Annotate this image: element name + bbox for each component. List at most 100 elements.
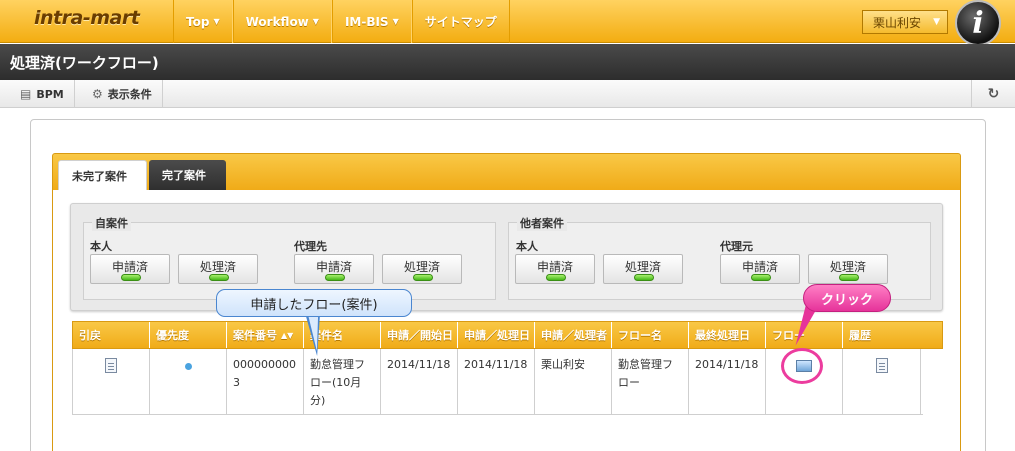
button-label: 処理済 (829, 260, 866, 274)
nav-workflow-label: Workflow (245, 14, 309, 29)
click-highlight-ring (781, 348, 823, 384)
bpm-label: BPM (36, 87, 64, 101)
cell-pullback (72, 349, 149, 415)
history-icon[interactable] (875, 358, 888, 373)
main-nav: Top ▼ Workflow ▼ IM-BIS ▼ サイトマップ (173, 0, 510, 43)
col-flow-name[interactable]: フロー名 (612, 322, 689, 348)
cell-case-name: 勤怠管理フロー(10月分) (303, 349, 380, 415)
sort-icon: ▲▼ (281, 330, 294, 340)
bpm-icon: ▤ (20, 87, 32, 101)
others-cases-legend: 他者案件 (517, 215, 567, 231)
cell-processor: 栗山利安 (534, 349, 611, 415)
col-label: 案件番号 (233, 329, 277, 342)
status-led-icon (751, 274, 771, 281)
button-label: 申請済 (536, 260, 573, 274)
refresh-icon: ↻ (987, 86, 1000, 102)
others-proxy-applied-button[interactable]: 申請済 (720, 254, 800, 284)
gear-icon: ⚙ (92, 87, 103, 101)
caret-down-icon: ▼ (213, 17, 220, 26)
bpm-button[interactable]: ▤ BPM (10, 80, 75, 108)
nav-top-label: Top (186, 14, 210, 29)
col-priority[interactable]: 優先度 (150, 322, 227, 348)
caret-down-icon: ▼ (933, 17, 940, 27)
col-label: 履歴 (849, 329, 871, 342)
others-proxy-source-label: 代理元 (720, 240, 753, 253)
col-label: 申請／開始日 (387, 329, 453, 342)
own-proxy-label: 代理先 (294, 240, 327, 253)
own-proxy-processed-button[interactable]: 処理済 (382, 254, 462, 284)
intra-mart-logo[interactable]: intra-mart (34, 7, 140, 29)
tab-complete-label: 完了案件 (162, 169, 206, 182)
nav-sitemap-label: サイトマップ (424, 15, 497, 29)
applied-flow-callout: 申請したフロー(案件) (216, 289, 412, 317)
nav-sitemap[interactable]: サイトマップ (411, 0, 510, 43)
button-label: 処理済 (624, 260, 661, 274)
tab-complete-cases[interactable]: 完了案件 (149, 160, 226, 190)
status-led-icon (839, 274, 859, 281)
button-label: 処理済 (199, 260, 236, 274)
refresh-button[interactable]: ↻ (971, 80, 1015, 108)
col-processor[interactable]: 申請／処理者 (535, 322, 612, 348)
priority-dot-icon (184, 363, 192, 370)
status-led-icon (121, 274, 141, 281)
page-title: 処理済(ワークフロー) (0, 44, 1015, 80)
pullback-icon[interactable] (105, 358, 117, 373)
tab-incomplete-label: 未完了案件 (72, 169, 127, 183)
callout-text: クリック (820, 292, 873, 308)
cell-start-date: 2014/11/18 (380, 349, 457, 415)
cell-case-number: 0000000003 (226, 349, 303, 415)
col-last-date[interactable]: 最終処理日 (689, 322, 766, 348)
others-self-applied-button[interactable]: 申請済 (515, 254, 595, 284)
user-avatar[interactable]: i (955, 0, 1001, 46)
nav-workflow[interactable]: Workflow ▼ (232, 0, 332, 43)
nav-im-bis-label: IM-BIS (344, 14, 389, 29)
col-pullback[interactable]: 引戻 (73, 322, 150, 348)
button-label: 申請済 (741, 260, 778, 274)
col-label: 申請／処理者 (541, 329, 607, 342)
toolbar: ▤ BPM ⚙ 表示条件 ↻ (0, 80, 1015, 108)
own-self-label: 本人 (90, 240, 112, 253)
cell-last-date: 2014/11/18 (688, 349, 765, 415)
cell-process-date: 2014/11/18 (457, 349, 534, 415)
click-callout: クリック (803, 284, 891, 312)
display-conditions-button[interactable]: ⚙ 表示条件 (82, 80, 163, 108)
status-led-icon (546, 274, 566, 281)
status-led-icon (413, 274, 433, 281)
button-label: 申請済 (111, 260, 148, 274)
cell-history (842, 349, 921, 415)
own-self-processed-button[interactable]: 処理済 (178, 254, 258, 284)
callout-text: 申請したフロー(案件) (250, 297, 378, 313)
user-menu-select[interactable]: 栗山利安 ▼ (862, 10, 948, 34)
own-self-applied-button[interactable]: 申請済 (90, 254, 170, 284)
col-label: 申請／処理日 (464, 329, 530, 342)
top-header: intra-mart Top ▼ Workflow ▼ IM-BIS ▼ サイトマップ… (0, 0, 1015, 46)
own-cases-legend: 自案件 (92, 215, 131, 231)
col-history[interactable]: 履歴 (843, 322, 942, 348)
status-led-icon (634, 274, 654, 281)
col-case-number[interactable]: 案件番号 ▲▼ (227, 322, 304, 348)
own-proxy-applied-button[interactable]: 申請済 (294, 254, 374, 284)
display-conditions-label: 表示条件 (107, 88, 152, 101)
caret-down-icon: ▼ (392, 17, 399, 26)
others-proxy-processed-button[interactable]: 処理済 (808, 254, 888, 284)
nav-im-bis[interactable]: IM-BIS ▼ (331, 0, 412, 43)
tab-incomplete-cases[interactable]: 未完了案件 (58, 160, 147, 190)
avatar-letter: i (972, 5, 984, 41)
cell-flow-name: 勤怠管理フロー (611, 349, 688, 415)
button-label: 申請済 (315, 260, 352, 274)
others-self-processed-button[interactable]: 処理済 (603, 254, 683, 284)
col-start-date[interactable]: 申請／開始日 (381, 322, 458, 348)
table-header: 引戻 優先度 案件番号 ▲▼ 案件名 申請／開始日 申請／処理日 申請／処理者 フ… (72, 321, 943, 349)
logo-text: intra-mart (34, 7, 140, 29)
page-title-text: 処理済(ワークフロー) (10, 53, 159, 72)
status-led-icon (209, 274, 229, 281)
col-label: 優先度 (156, 329, 189, 342)
caret-down-icon: ▼ (312, 17, 319, 26)
col-label: 引戻 (79, 329, 101, 342)
cell-priority (149, 349, 226, 415)
nav-top[interactable]: Top ▼ (173, 0, 233, 43)
col-process-date[interactable]: 申請／処理日 (458, 322, 535, 348)
user-name: 栗山利安 (873, 15, 922, 30)
others-self-label: 本人 (516, 240, 538, 253)
button-label: 処理済 (403, 260, 440, 274)
